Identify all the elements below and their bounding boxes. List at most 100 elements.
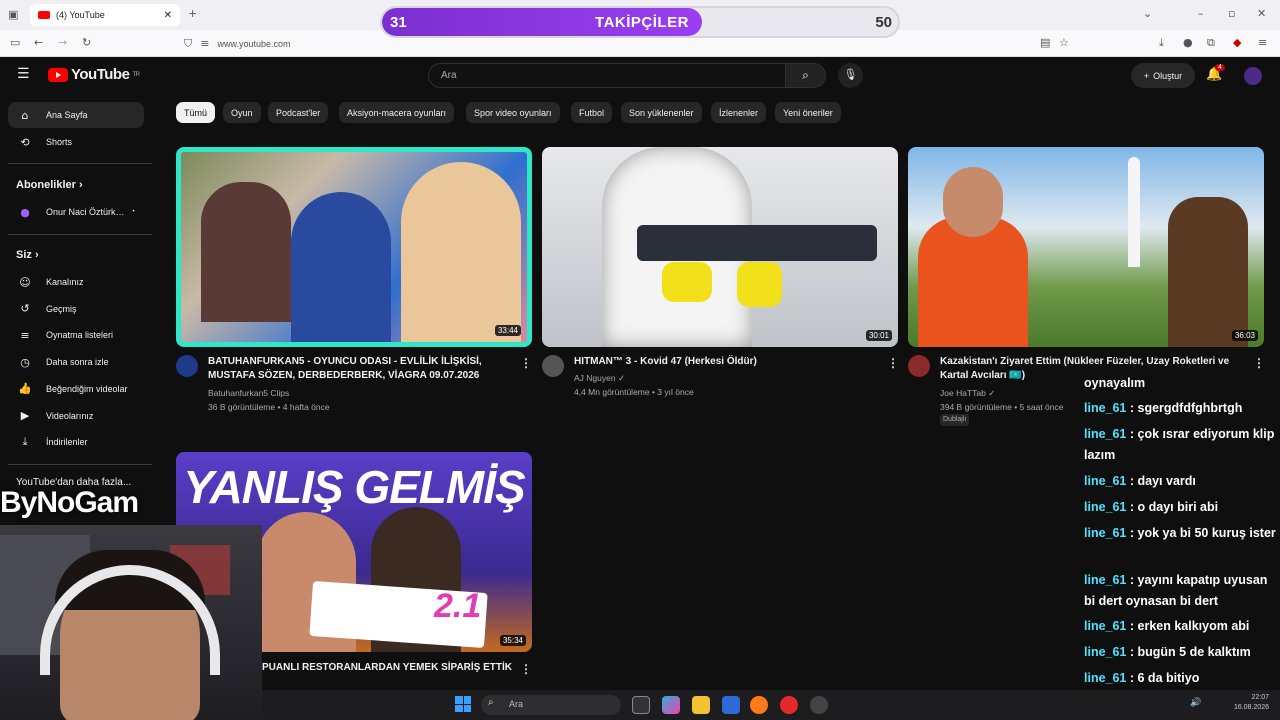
close-window-icon[interactable]: ✕ [1257,7,1266,20]
filter-chip[interactable]: Aksiyon-macera oyunları [339,102,455,123]
task-view-icon[interactable] [632,696,650,714]
chat-message: oynayalım [1084,377,1278,394]
video-title[interactable]: BATUHANFURKAN5 - OYUNCU ODASI - EVLİLİK … [208,355,508,383]
video-thumbnail[interactable]: 30:01 [542,147,898,347]
clock-time: 22:07 [1251,694,1269,701]
clock-icon: ◷ [20,355,30,369]
tab-overflow-icon[interactable]: ⌄ [1143,7,1152,20]
filter-chip[interactable]: Yeni öneriler [775,102,841,123]
forward-icon[interactable]: → [58,36,67,49]
url-text: www.youtube.com [217,38,291,49]
notifications-button[interactable]: 🔔 4 [1206,64,1225,82]
sidebar-item-download[interactable]: ⤓ İndirilenler [8,429,144,455]
file-explorer-icon[interactable] [692,696,710,714]
more-options-icon[interactable]: ⋮ [887,356,899,370]
store-icon[interactable] [722,696,740,714]
sidebar-item-home[interactable]: ⌂ Ana Sayfa [8,102,144,128]
sidebar-item-like[interactable]: 👍 Beğendiğim videolar [8,376,144,402]
site-info-icon[interactable]: ≡ [200,37,209,50]
thumbnail-horse-rider [1168,197,1248,347]
filter-chip[interactable]: Podcast'ler [268,102,329,123]
you-heading[interactable]: Siz › [16,249,39,261]
browser-tab[interactable]: (4) YouTube ✕ [30,4,180,26]
sidebar-item-label: İndirilenler [46,437,88,448]
more-options-icon[interactable]: ⋮ [520,662,532,676]
filter-chip[interactable]: Oyun [223,102,261,123]
minimize-icon[interactable]: – [1198,7,1204,20]
sidebar-item-shorts[interactable]: ⟲ Shorts [8,129,144,155]
verified-icon: ✓ [617,373,626,383]
new-tab-icon[interactable]: + [188,7,197,20]
follower-goal: 50 [875,14,892,31]
taskbar-search[interactable]: Ara [481,695,621,715]
filter-chip[interactable]: İzlenenler [711,102,767,123]
channel-name[interactable]: Batuhanfurkan5 Clips [208,386,289,400]
sidebar-toggle-icon[interactable]: ▭ [10,36,20,49]
search-button[interactable]: ⌕ [786,63,826,88]
taskbar-clock[interactable]: 22:07 16.08.2026 [1225,693,1269,713]
chat-username: line_61 [1084,401,1127,415]
filter-chip[interactable]: Tümü [176,102,216,123]
sidebar-item-subscription[interactable]: ● Onur Naci Öztürk… • [8,199,144,225]
filter-chip[interactable]: Futbol [571,102,613,123]
search-input[interactable]: Ara [428,63,786,88]
video-thumbnail[interactable]: 33:44 [176,147,532,347]
chat-message: line_61 : o dayı biri abi [1084,497,1278,518]
video-duration: 30:01 [865,330,892,341]
channel-name[interactable]: Joe HaTTab ✓ [940,386,995,400]
video-title[interactable]: PUANLI RESTORANLARDAN YEMEK SİPARİŞ ETTİ… [262,661,522,675]
filter-chip[interactable]: Spor video oyunları [466,102,560,123]
video-duration: 36:03 [1231,330,1258,341]
channel-name[interactable]: AJ Nguyen ✓ [574,371,625,385]
more-options-icon[interactable]: ⋮ [1253,356,1265,370]
reader-view-icon[interactable]: ▤ [1040,36,1050,49]
thumbnail-rocket [1128,157,1140,267]
create-button[interactable]: + Oluştur [1131,63,1195,88]
extension-badge-icon[interactable]: ◆ [1233,36,1241,49]
obs-icon[interactable] [810,696,828,714]
filter-chip[interactable]: Son yüklenenler [621,102,702,123]
close-tab-icon[interactable]: ✕ [164,10,172,21]
volume-icon[interactable]: 🔊 [1190,698,1201,708]
sidebar-item-history[interactable]: ↺ Geçmiş [8,296,144,322]
sidebar-item-channel[interactable]: ☺ Kanalınız [8,269,144,295]
extensions-icon[interactable]: ⧉ [1207,36,1215,50]
chat-text: oynayalım [1084,377,1146,390]
channel-avatar[interactable] [542,355,564,377]
channel-avatar[interactable] [176,355,198,377]
back-icon[interactable]: ← [34,36,43,49]
bookmark-star-icon[interactable]: ☆ [1059,36,1069,49]
chat-username: line_61 [1084,500,1127,514]
video-thumbnail[interactable]: 36:03 [908,147,1264,347]
downloads-icon[interactable]: ⤓ [1159,36,1164,50]
user-avatar[interactable] [1244,67,1262,85]
app-menu-icon[interactable]: ≡ [1258,36,1267,49]
recording-app-icon[interactable] [780,696,798,714]
sidebar-item-label: Beğendiğim videolar [46,383,128,394]
more-options-icon[interactable]: ⋮ [520,356,532,370]
tab-list-icon[interactable]: ▣ [8,8,18,21]
subscriptions-heading[interactable]: Abonelikler › [16,179,83,191]
shield-icon: ⛉ [184,36,193,50]
copilot-icon[interactable] [662,696,680,714]
sidebar-item-playlist[interactable]: ≡ Oynatma listeleri [8,322,144,348]
youtube-logo[interactable]: YouTube TR [48,66,140,83]
sidebar-item-clock[interactable]: ◷ Daha sonra izle [8,349,144,375]
youtube-play-icon [48,67,68,82]
sidebar-item-video[interactable]: ▶ Videolarınız [8,403,144,429]
search-icon: ⌕ [802,68,809,82]
channel-avatar[interactable] [908,355,930,377]
thumbnail-person [401,162,521,342]
account-icon[interactable]: ● [1183,36,1193,49]
firefox-icon[interactable] [750,696,768,714]
voice-search-button[interactable]: 🎙 [838,63,863,88]
sidebar-divider [8,464,152,465]
video-meta: 4,4 Mn görüntüleme • 3 yıl önce [574,387,694,397]
windows-start-icon[interactable] [455,696,471,712]
tab-title: (4) YouTube [56,10,105,20]
menu-hamburger-icon[interactable]: ☰ [17,66,30,82]
reload-icon[interactable]: ↻ [82,36,91,49]
video-title[interactable]: HITMAN™ 3 - Kovid 47 (Herkesi Öldür) [574,355,874,369]
channel-icon: ☺ [19,275,31,289]
maximize-icon[interactable]: ▫ [1228,7,1235,20]
